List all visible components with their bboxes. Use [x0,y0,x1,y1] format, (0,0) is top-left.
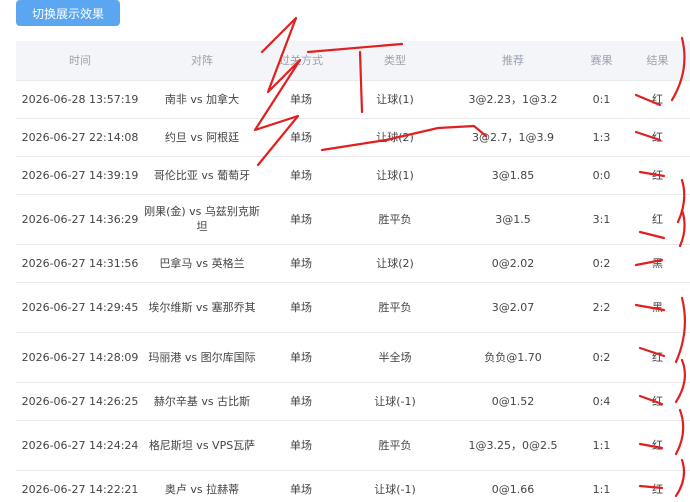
table-row[interactable]: 2026-06-27 14:39:19 哥伦比亚 vs 葡萄牙 单场 让球(1) 3@1… [16,156,690,195]
table-row[interactable]: 2026-06-27 14:31:56 巴拿马 vs 英格兰 单场 让球(2) 0@2.… [16,244,690,283]
header-mode[interactable]: 过关方式 [260,41,342,81]
cell-recommendation: 3@1.85 [448,156,578,195]
cell-match: 刚果(金) vs 乌兹别克斯坦 [144,194,260,245]
table-row[interactable]: 2026-06-27 14:28:09 玛丽港 vs 图尔库国际 单场 半全场 负负@1… [16,332,690,383]
cell-mode: 单场 [260,332,342,383]
cell-result: 红 [625,194,690,245]
cell-match: 约旦 vs 阿根廷 [144,118,260,157]
cell-recommendation: 1@3.25，0@2.5 [448,420,578,471]
cell-score: 0:2 [578,244,625,283]
results-table-container: 时间 对阵 过关方式 类型 推荐 赛果 结果 2026-06-28 13:57:… [16,41,690,502]
cell-recommendation: 3@2.23，1@3.2 [448,80,578,119]
header-recommendation[interactable]: 推荐 [448,41,578,81]
cell-type: 让球(-1) [342,470,448,502]
cell-recommendation: 3@2.07 [448,282,578,333]
cell-score: 0:0 [578,156,625,195]
cell-result: 红 [625,80,690,119]
cell-time: 2026-06-27 14:31:56 [16,244,144,283]
header-time[interactable]: 时间 [16,41,144,81]
cell-type: 让球(2) [342,118,448,157]
cell-score: 0:2 [578,332,625,383]
cell-mode: 单场 [260,156,342,195]
cell-score: 0:4 [578,382,625,421]
cell-result: 红 [625,382,690,421]
cell-result: 红 [625,156,690,195]
cell-recommendation: 0@2.02 [448,244,578,283]
cell-recommendation: 3@1.5 [448,194,578,245]
cell-result: 黑 [625,282,690,333]
cell-time: 2026-06-27 14:36:29 [16,194,144,245]
cell-type: 胜平负 [342,194,448,245]
cell-result: 红 [625,332,690,383]
header-score[interactable]: 赛果 [578,41,625,81]
cell-match: 玛丽港 vs 图尔库国际 [144,332,260,383]
toggle-display-button[interactable]: 切换展示效果 [16,0,120,26]
cell-mode: 单场 [260,80,342,119]
header-match[interactable]: 对阵 [144,41,260,81]
table-header: 时间 对阵 过关方式 类型 推荐 赛果 结果 [16,41,690,81]
cell-time: 2026-06-27 22:14:08 [16,118,144,157]
cell-mode: 单场 [260,282,342,333]
table-row[interactable]: 2026-06-27 14:22:21 奥卢 vs 拉赫蒂 单场 让球(-1) 0@1.… [16,470,690,502]
cell-type: 让球(1) [342,80,448,119]
cell-result: 红 [625,470,690,502]
cell-type: 让球(-1) [342,382,448,421]
cell-match: 格尼斯坦 vs VPS瓦萨 [144,420,260,471]
cell-time: 2026-06-27 14:22:21 [16,470,144,502]
cell-score: 1:1 [578,420,625,471]
header-result[interactable]: 结果 [625,41,690,81]
cell-time: 2026-06-27 14:29:45 [16,282,144,333]
cell-recommendation: 0@1.52 [448,382,578,421]
cell-match: 巴拿马 vs 英格兰 [144,244,260,283]
table-row[interactable]: 2026-06-27 14:36:29 刚果(金) vs 乌兹别克斯坦 单场 胜平负 3… [16,194,690,245]
cell-score: 3:1 [578,194,625,245]
cell-score: 1:3 [578,118,625,157]
cell-time: 2026-06-27 14:26:25 [16,382,144,421]
cell-recommendation: 3@2.7，1@3.9 [448,118,578,157]
cell-time: 2026-06-27 14:24:24 [16,420,144,471]
cell-time: 2026-06-28 13:57:19 [16,80,144,119]
cell-recommendation: 0@1.66 [448,470,578,502]
table-body: 2026-06-28 13:57:19 南非 vs 加拿大 单场 让球(1) 3@2.2… [16,80,690,502]
cell-type: 让球(1) [342,156,448,195]
cell-match: 奥卢 vs 拉赫蒂 [144,470,260,502]
table-row[interactable]: 2026-06-27 14:24:24 格尼斯坦 vs VPS瓦萨 单场 胜平负 1@3… [16,420,690,471]
results-table: 时间 对阵 过关方式 类型 推荐 赛果 结果 2026-06-28 13:57:… [16,41,690,502]
cell-score: 0:1 [578,80,625,119]
cell-match: 哥伦比亚 vs 葡萄牙 [144,156,260,195]
cell-mode: 单场 [260,382,342,421]
cell-result: 黑 [625,244,690,283]
cell-mode: 单场 [260,118,342,157]
table-row[interactable]: 2026-06-27 14:29:45 埃尔维斯 vs 塞那乔其 单场 胜平负 3@2.… [16,282,690,333]
cell-match: 赫尔辛基 vs 古比斯 [144,382,260,421]
cell-recommendation: 负负@1.70 [448,332,578,383]
header-type[interactable]: 类型 [342,41,448,81]
table-row[interactable]: 2026-06-28 13:57:19 南非 vs 加拿大 单场 让球(1) 3@2.2… [16,80,690,119]
cell-score: 2:2 [578,282,625,333]
table-row[interactable]: 2026-06-27 22:14:08 约旦 vs 阿根廷 单场 让球(2) 3@2.7… [16,118,690,157]
cell-score: 1:1 [578,470,625,502]
cell-type: 半全场 [342,332,448,383]
cell-type: 胜平负 [342,282,448,333]
cell-result: 红 [625,118,690,157]
cell-mode: 单场 [260,420,342,471]
cell-match: 南非 vs 加拿大 [144,80,260,119]
cell-type: 胜平负 [342,420,448,471]
cell-time: 2026-06-27 14:39:19 [16,156,144,195]
cell-mode: 单场 [260,470,342,502]
cell-time: 2026-06-27 14:28:09 [16,332,144,383]
cell-result: 红 [625,420,690,471]
cell-mode: 单场 [260,244,342,283]
cell-match: 埃尔维斯 vs 塞那乔其 [144,282,260,333]
cell-type: 让球(2) [342,244,448,283]
table-row[interactable]: 2026-06-27 14:26:25 赫尔辛基 vs 古比斯 单场 让球(-1) 0@… [16,382,690,421]
cell-mode: 单场 [260,194,342,245]
